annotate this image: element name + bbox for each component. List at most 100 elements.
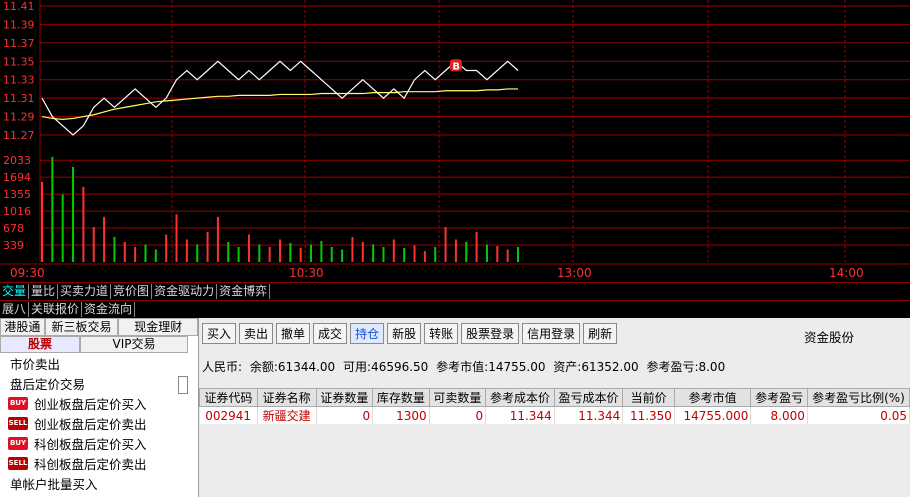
volume-bar — [103, 216, 106, 262]
table-row[interactable]: 002941 新疆交建 0 1300 0 11.344 11.344 11.350 14755.… — [199, 406, 910, 424]
toolbar-button[interactable]: 转账 — [424, 323, 459, 344]
market-tab[interactable]: 现金理财 — [118, 318, 198, 336]
table-header-row: 证券代码 证券名称 证券数量 库存数量 可卖数量 参考成本价 盈亏成本价 当前价 参考市值 参考盈… — [199, 388, 910, 407]
indicator-tab[interactable]: 资金博弈 — [217, 284, 271, 299]
indicator-tab[interactable]: 买卖力道 — [58, 284, 112, 299]
column-header[interactable]: 证券名称 — [256, 388, 317, 407]
price-tick-label: 11.31 — [3, 92, 35, 105]
buy-icon: BUY — [8, 436, 28, 450]
column-header[interactable]: 可卖数量 — [428, 388, 487, 407]
trade-menu-label: 科创板盘后定价卖出 — [34, 456, 147, 472]
volume-bar — [165, 234, 168, 262]
column-header[interactable]: 库存数量 — [372, 388, 430, 407]
volume-bar — [392, 239, 395, 262]
volume-bar — [227, 241, 230, 262]
trade-menu-label: 市价卖出 — [10, 356, 61, 372]
account-title: 资金股份 — [804, 330, 855, 345]
market-tab[interactable]: 港股通 — [0, 318, 45, 336]
volume-bar — [320, 240, 323, 262]
trade-menu-item[interactable]: BUY 创业板盘后定价买入 — [0, 393, 198, 413]
column-header[interactable]: 参考成本价 — [485, 388, 555, 407]
table-cell: 8.000 — [750, 406, 808, 424]
trade-menu-label: 创业板盘后定价卖出 — [34, 416, 147, 432]
trade-menu-item[interactable]: BUY 科创板盘后定价买入 — [0, 433, 198, 453]
price-tick-label: 11.27 — [3, 129, 35, 142]
column-header[interactable]: 证券代码 — [199, 388, 258, 407]
trade-menu-item[interactable]: SELL 科创板盘后定价卖出 — [0, 453, 198, 473]
positions-table: 证券代码 证券名称 证券数量 库存数量 可卖数量 参考成本价 盈亏成本价 当前价 参考市值 参考盈… — [199, 388, 910, 424]
volume-bar — [382, 246, 385, 262]
volume-bar — [465, 241, 468, 262]
volume-bar — [51, 156, 54, 262]
indicator-tab[interactable]: 资金驱动力 — [152, 284, 218, 299]
volume-bar — [496, 245, 499, 262]
table-cell: 0 — [429, 406, 487, 424]
toolbar-button[interactable]: 股票登录 — [461, 323, 520, 344]
volume-bar — [41, 181, 43, 262]
indicator-tab[interactable]: 资金流向 — [82, 302, 136, 317]
sub-tab[interactable]: VIP交易 — [80, 336, 188, 353]
trade-menu-panel: 港股通 新三板交易 现金理财 股票 VIP交易 市价卖出 盘后定价交易 BUY 创业板盘后定… — [0, 318, 199, 497]
column-header[interactable]: 参考盈亏比例(%) — [806, 388, 910, 407]
volume-bar — [330, 246, 333, 262]
volume-bar — [444, 226, 447, 262]
toolbar-button[interactable]: 成交 — [313, 323, 348, 344]
volume-tick-label: 1355 — [3, 188, 31, 201]
volume-bar — [506, 249, 509, 262]
volume-tick-label: 339 — [3, 239, 24, 252]
intraday-chart[interactable]: 11.41 11.39 11.37 11.35 11.33 11.31 11.29 11.27… — [0, 0, 910, 282]
toolbar-button[interactable]: 刷新 — [583, 323, 618, 344]
volume-bar — [258, 244, 261, 262]
table-cell: 11.344 — [554, 406, 624, 424]
volume-bar — [61, 194, 64, 262]
volume-bar — [92, 226, 95, 262]
volume-bar — [144, 244, 147, 262]
volume-bar — [413, 245, 416, 262]
volume-bar — [268, 246, 271, 262]
column-header[interactable]: 参考市值 — [673, 388, 752, 407]
trade-menu-item[interactable]: 市价卖出 — [0, 353, 198, 373]
volume-bar — [289, 242, 292, 262]
column-header[interactable]: 证券数量 — [315, 388, 374, 407]
trade-menu-item[interactable]: 单帐户批量买入 — [0, 473, 198, 493]
volume-bar — [475, 231, 478, 262]
toolbar-button[interactable]: 卖出 — [239, 323, 274, 344]
toolbar-button[interactable]: 持仓 — [350, 323, 385, 344]
time-tick-label: 13:00 — [557, 266, 592, 280]
scrollbar-thumb[interactable] — [178, 376, 188, 394]
column-header[interactable]: 盈亏成本价 — [553, 388, 624, 407]
trade-menu-item[interactable]: SELL 创业板盘后定价卖出 — [0, 413, 198, 433]
volume-bar — [196, 244, 199, 262]
trade-menu-label: 单帐户批量买入 — [10, 476, 98, 492]
trade-menu-label: 科创板盘后定价买入 — [34, 436, 147, 452]
price-tick-label: 11.35 — [3, 55, 35, 68]
table-cell: 002941 — [199, 406, 258, 424]
trade-menu-item[interactable]: 盘后定价交易 — [0, 373, 198, 393]
price-tick-label: 11.41 — [3, 0, 35, 13]
table-body: 002941 新疆交建 0 1300 0 11.344 11.344 11.350 14755.… — [199, 406, 910, 424]
indicator-tab[interactable]: 关联报价 — [29, 302, 83, 317]
toolbar-button[interactable]: 新股 — [387, 323, 422, 344]
sub-tab[interactable]: 股票 — [0, 336, 80, 353]
toolbar-button[interactable]: 买入 — [202, 323, 237, 344]
column-header[interactable]: 当前价 — [622, 388, 675, 407]
indicator-tab[interactable]: 量比 — [29, 284, 59, 299]
trade-panel: 港股通 新三板交易 现金理财 股票 VIP交易 市价卖出 盘后定价交易 BUY 创业板盘后定… — [0, 318, 910, 497]
indicator-tab[interactable]: 竞价图 — [111, 284, 153, 299]
indicator-tab[interactable]: 展八 — [0, 302, 30, 317]
time-tick-label: 10:30 — [289, 266, 324, 280]
pnl-value: 参考盈亏:8.00 — [646, 360, 726, 374]
volume-bar — [154, 249, 157, 262]
toolbar-button[interactable]: 信用登录 — [522, 323, 581, 344]
toolbar-button[interactable]: 撤单 — [276, 323, 311, 344]
table-cell: 14755.000 — [674, 406, 752, 424]
table-cell: 1300 — [372, 406, 430, 424]
market-tab[interactable]: 新三板交易 — [44, 318, 119, 336]
volume-bar — [299, 247, 302, 262]
indicator-tab[interactable]: 交量 — [0, 284, 30, 299]
buy-icon: BUY — [8, 396, 28, 410]
volume-bar — [82, 186, 85, 262]
volume-bar — [247, 234, 250, 262]
column-header[interactable]: 参考盈亏 — [750, 388, 808, 407]
volume-bar — [423, 250, 426, 262]
